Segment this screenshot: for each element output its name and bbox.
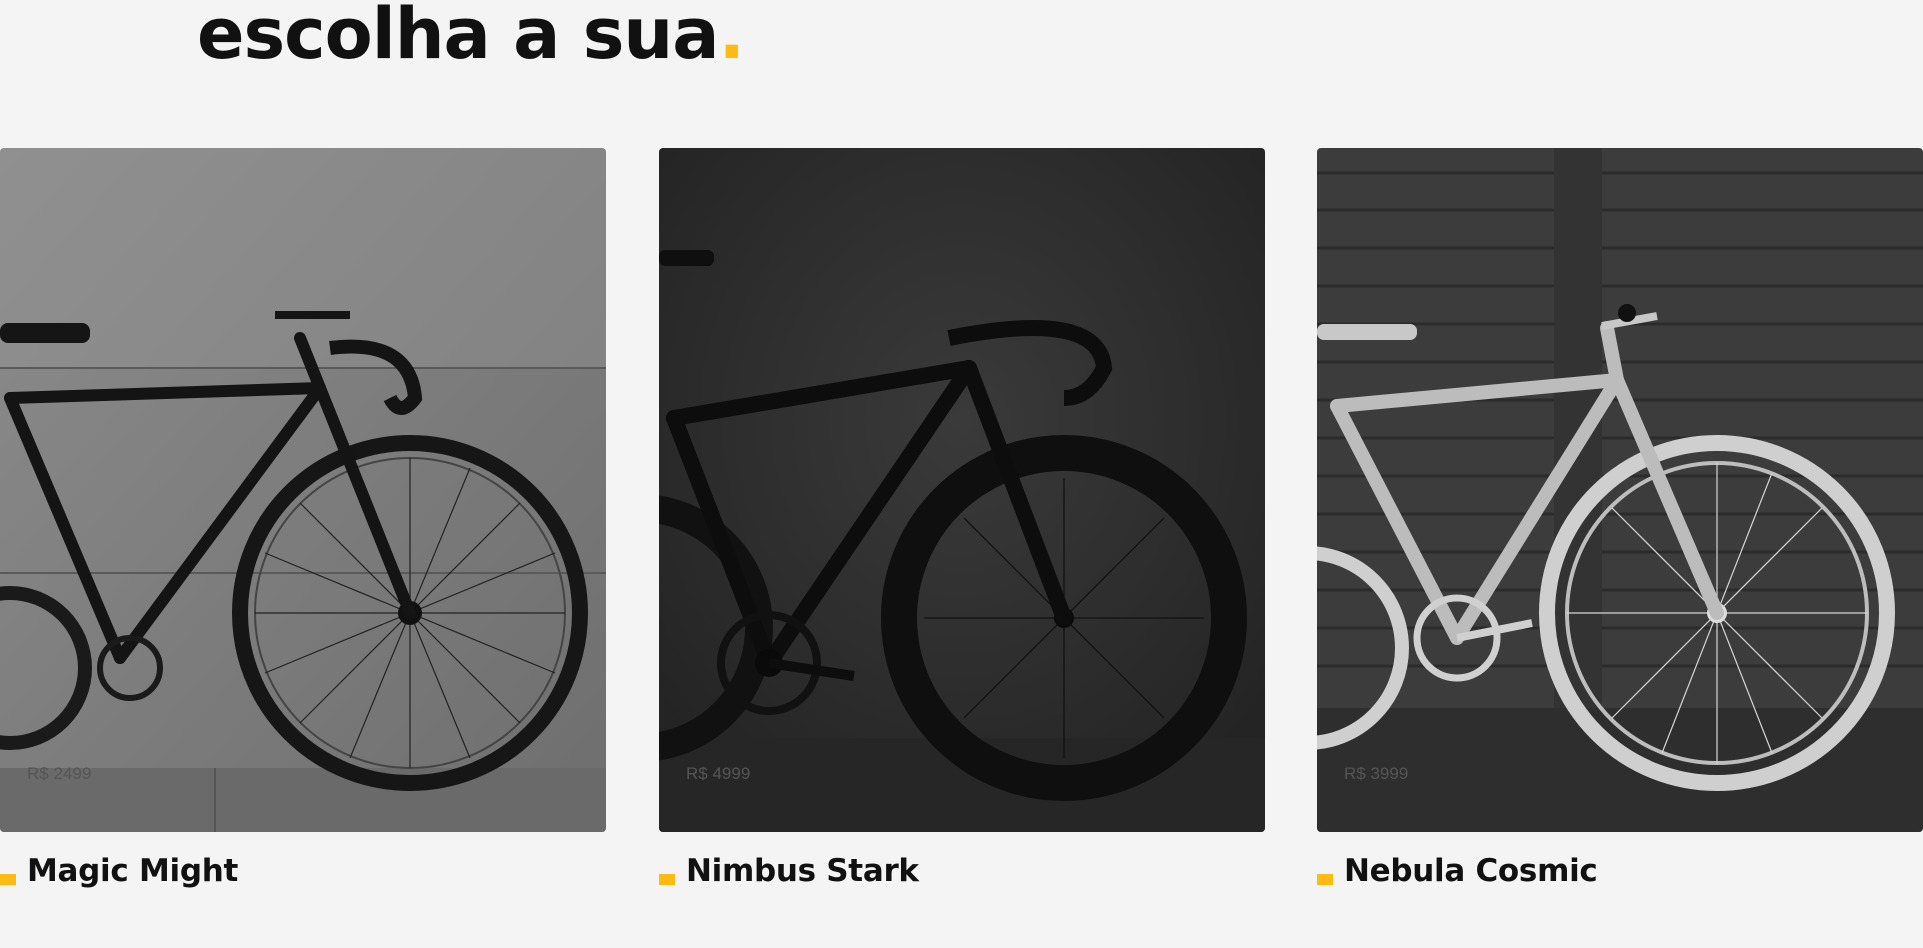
product-price: R$ 4999 — [686, 764, 751, 783]
accent-marker — [659, 874, 675, 885]
product-price: R$ 2499 — [27, 764, 92, 783]
product-name-row: Magic Might — [0, 851, 606, 891]
bike-photo-dark-studio — [659, 148, 1265, 832]
product-name-row: Nebula Cosmic — [1317, 851, 1923, 891]
bike-photo-concrete-wall — [0, 148, 606, 832]
product-image[interactable] — [0, 148, 606, 832]
product-price: R$ 3999 — [1344, 764, 1409, 783]
product-name-row: Nimbus Stark — [659, 851, 1265, 891]
accent-marker — [1317, 874, 1333, 885]
section-title-dot: . — [718, 0, 746, 75]
product-image[interactable] — [1317, 148, 1923, 832]
product-name[interactable]: Nebula Cosmic — [1344, 851, 1598, 891]
bike-photo-wooden-wall — [1317, 148, 1923, 832]
product-image[interactable] — [659, 148, 1265, 832]
section-title: escolha a sua. — [197, 0, 746, 75]
product-name[interactable]: Magic Might — [27, 851, 238, 891]
accent-marker — [0, 874, 16, 885]
section-title-text: escolha a sua — [197, 0, 720, 75]
product-name[interactable]: Nimbus Stark — [686, 851, 919, 891]
